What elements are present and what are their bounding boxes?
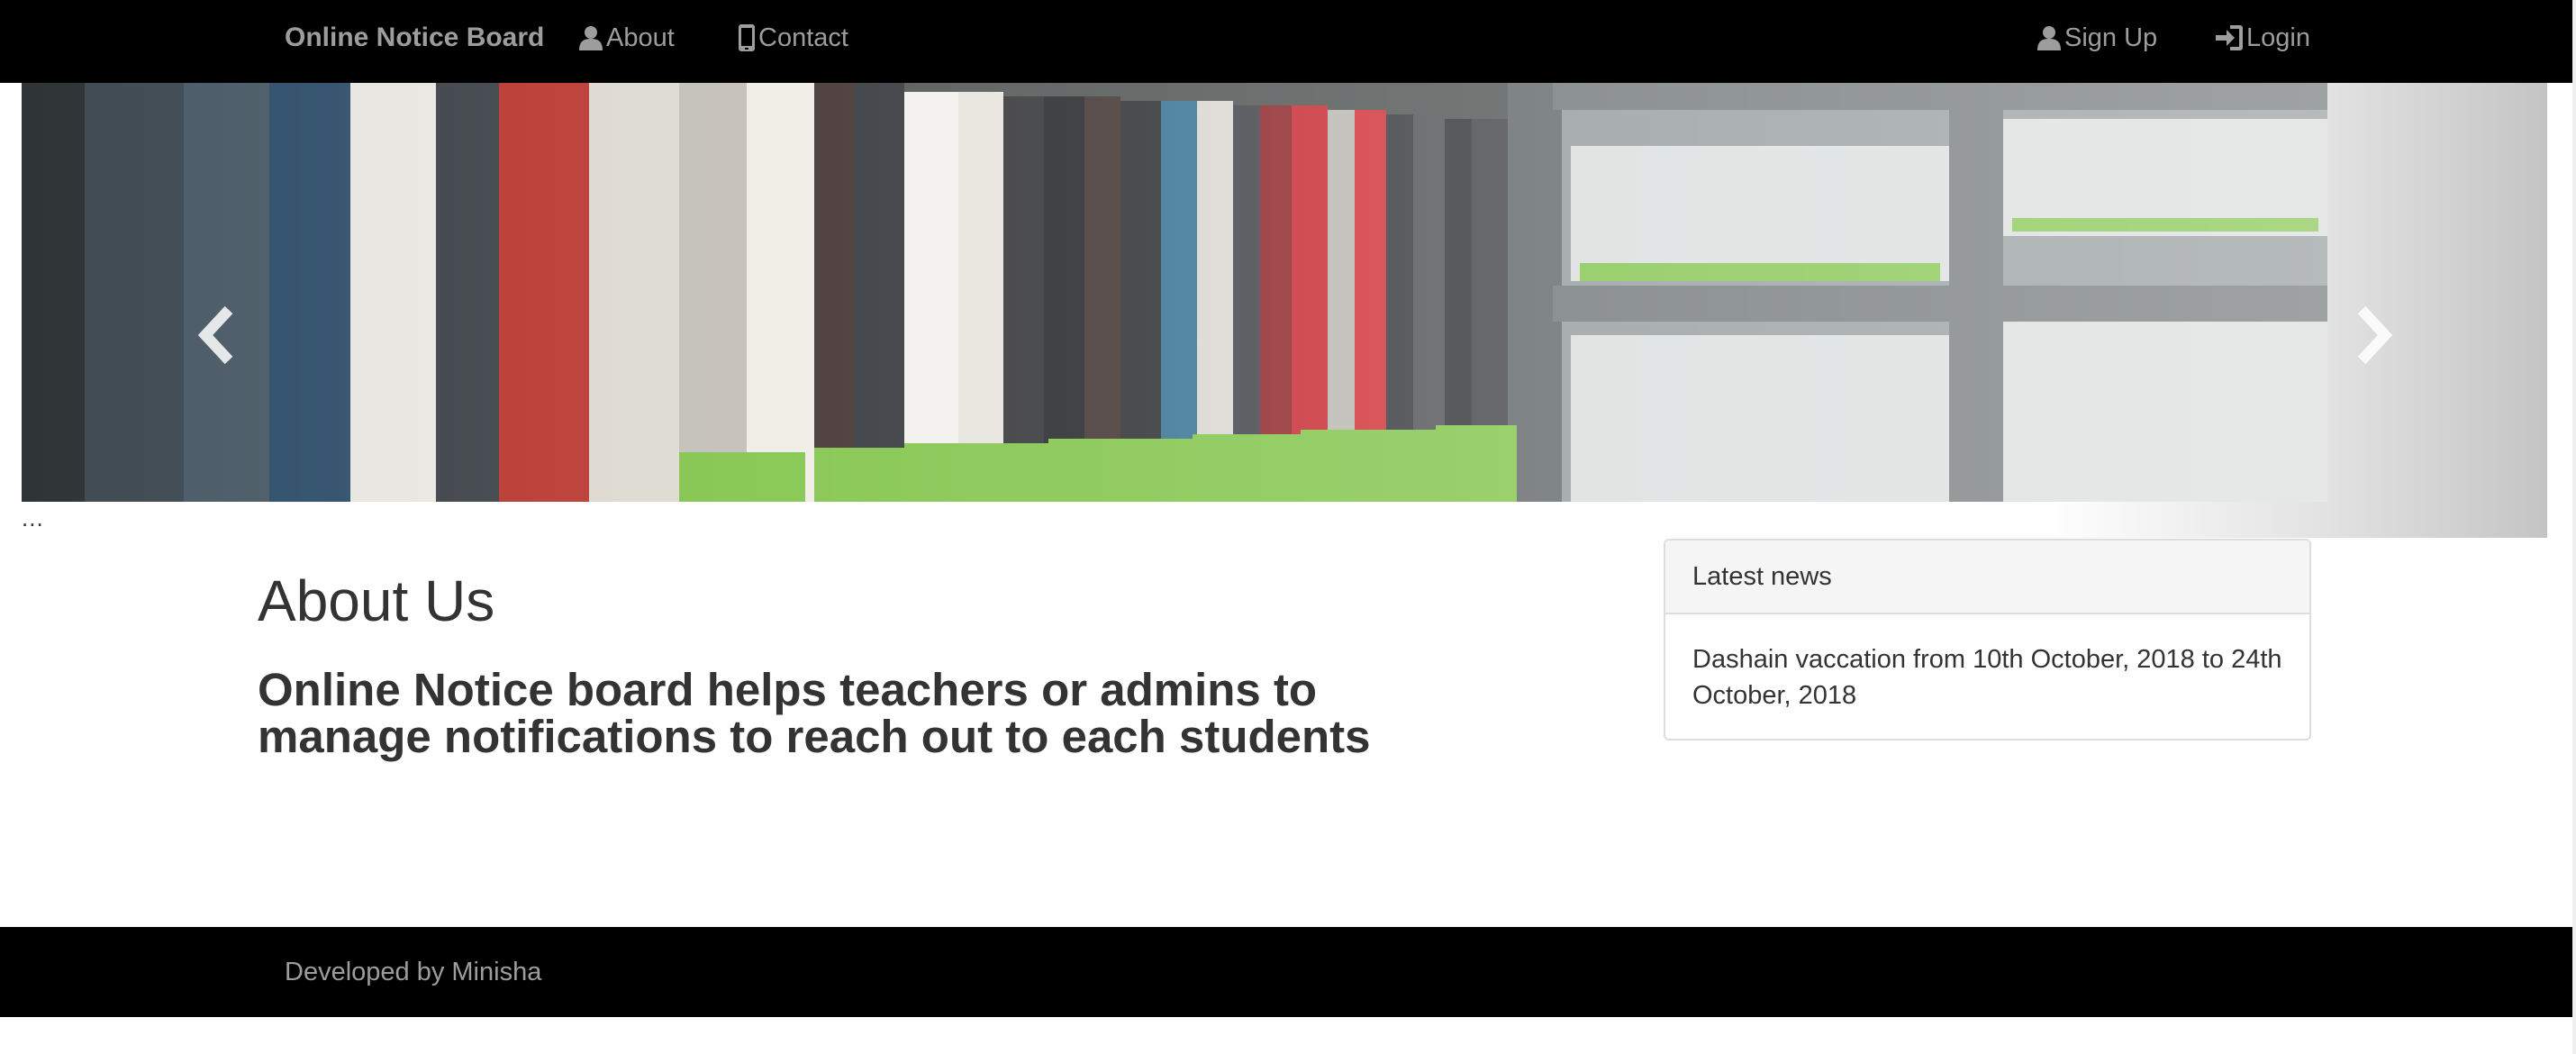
brand-link[interactable]: Online Notice Board <box>285 0 544 76</box>
footer-credit: Developed by Minisha <box>285 957 542 986</box>
page-title: About Us <box>258 568 495 633</box>
nav-login-link[interactable]: Login <box>2216 0 2310 76</box>
panel-heading: Latest news <box>1665 541 2309 614</box>
footer: Developed by Minisha <box>0 927 2572 1017</box>
slide-caption: ... <box>22 504 44 532</box>
carousel-prev-button[interactable] <box>193 299 247 371</box>
nav-signup-link[interactable]: Sign Up <box>2037 0 2157 76</box>
log-in-icon <box>2216 25 2243 50</box>
carousel-next-button[interactable] <box>2344 299 2398 371</box>
nav-signup-label: Sign Up <box>2064 23 2158 52</box>
about-description: Online Notice board helps teachers or ad… <box>258 664 1371 762</box>
nav-about-label: About <box>606 23 675 52</box>
news-item: Dashain vaccation from 10th October, 201… <box>1692 645 2282 710</box>
top-navbar: Online Notice Board About Contact Sign U… <box>0 0 2576 83</box>
image-carousel: ... <box>22 83 2547 538</box>
carousel-slide-image <box>22 83 2327 502</box>
scrollbar-track <box>2572 0 2576 1054</box>
chevron-right-icon <box>2357 305 2393 365</box>
nav-login-label: Login <box>2246 23 2310 52</box>
nav-contact-link[interactable]: Contact <box>739 0 848 76</box>
nav-contact-label: Contact <box>758 23 848 52</box>
user-icon <box>2037 25 2061 50</box>
latest-news-panel: Latest news Dashain vaccation from 10th … <box>1664 539 2311 741</box>
user-icon <box>579 25 603 50</box>
phone-icon <box>739 24 755 51</box>
chevron-left-icon <box>197 305 233 365</box>
nav-about-link[interactable]: About <box>579 0 675 76</box>
